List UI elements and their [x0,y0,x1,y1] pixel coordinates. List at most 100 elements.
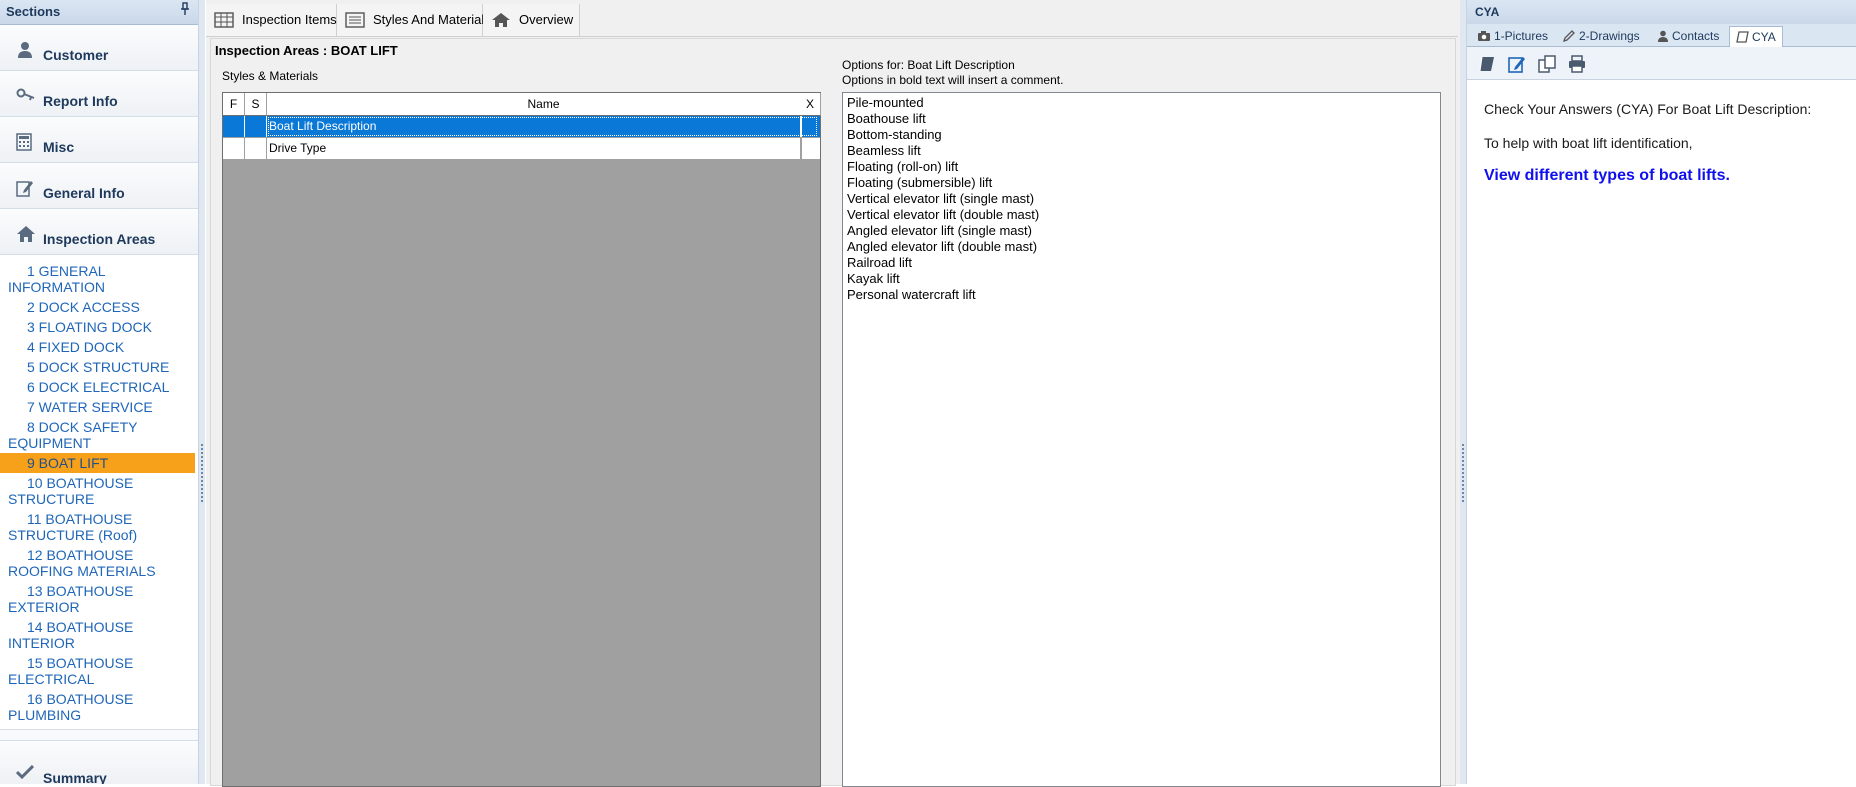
tab-drawings[interactable]: 2-Drawings [1562,26,1640,46]
option-item[interactable]: Personal watercraft lift [843,287,1440,303]
boat-lift-types-link[interactable]: View different types of boat lifts. [1484,167,1840,185]
book-icon [1736,31,1749,43]
area-item[interactable]: 15 BOATHOUSE ELECTRICAL [0,653,195,689]
person-icon [1658,30,1668,42]
calculator-icon [16,133,36,151]
tab-contacts[interactable]: Contacts [1657,26,1719,46]
home-icon [492,13,510,27]
section-misc[interactable]: Misc [0,117,198,163]
splitter-grip[interactable] [1462,444,1464,504]
cya-header: CYA [1467,0,1856,24]
option-item[interactable]: Kayak lift [843,271,1440,287]
area-item[interactable]: 16 BOATHOUSE PLUMBING [0,689,195,725]
column-header-f[interactable]: F [223,93,245,116]
cya-panel-title: CYA [1475,5,1500,19]
cell-x[interactable] [800,138,802,159]
print-icon[interactable] [1567,54,1587,74]
cell-f[interactable] [223,116,245,137]
styles-materials-label: Styles & Materials [222,69,319,83]
area-item[interactable]: 3 FLOATING DOCK [0,317,195,337]
cell-f[interactable] [223,138,245,159]
list-icon [345,12,365,28]
section-general-info[interactable]: General Info [0,163,198,209]
area-item[interactable]: 5 DOCK STRUCTURE [0,357,195,377]
option-item[interactable]: Vertical elevator lift (single mast) [843,191,1440,207]
edit-icon[interactable] [1507,54,1527,74]
home-icon [16,225,36,243]
cya-heading: Check Your Answers (CYA) For Boat Lift D… [1484,101,1812,117]
area-item[interactable]: 1 GENERAL INFORMATION [0,261,195,297]
options-list: Pile-mounted Boathouse lift Bottom-stand… [842,92,1441,787]
book-icon[interactable] [1477,54,1497,74]
area-item[interactable]: 7 WATER SERVICE [0,397,195,417]
camera-icon [1478,31,1490,41]
option-item[interactable]: Floating (roll-on) lift [843,159,1440,175]
tab-label: Overview [519,12,574,27]
sections-sidebar: Sections Customer Report Info Misc Gener… [0,0,199,784]
cya-toolbar [1467,47,1856,80]
cell-name[interactable]: Boat Lift Description [267,116,818,137]
styles-grid: F S Name X Boat Lift Description Drive T… [222,92,821,787]
area-item[interactable]: 12 BOATHOUSE ROOFING MATERIALS [0,545,195,581]
option-item[interactable]: Railroad lift [843,255,1440,271]
cell-s[interactable] [245,116,267,137]
tab-label: Contacts [1672,29,1720,43]
pencil-icon [1562,30,1575,43]
tab-label: CYA [1752,30,1776,44]
option-item[interactable]: Floating (submersible) lift [843,175,1440,191]
tab-inspection-items[interactable]: Inspection Items [206,4,337,36]
copy-icon[interactable] [1537,54,1557,74]
area-item-active[interactable]: 9 BOAT LIFT [0,453,195,473]
cya-panel: CYA 1-Pictures 2-Drawings Contacts CYA C… [1466,0,1856,784]
cya-content: Check Your Answers (CYA) For Boat Lift D… [1467,80,1856,203]
cell-name[interactable]: Drive Type [267,138,818,159]
user-icon [16,41,36,59]
options-title: Options for: Boat Lift Description [842,58,1015,72]
tab-styles-and-materials[interactable]: Styles And Materials [337,4,491,36]
tab-label: 1-Pictures [1494,29,1549,43]
tab-label: 2-Drawings [1579,29,1640,43]
pin-icon[interactable] [180,0,190,24]
section-inspection-areas[interactable]: Inspection Areas [0,209,198,255]
table-row[interactable]: Boat Lift Description [223,116,820,138]
section-label: Summary [43,770,107,784]
right-tabbar: 1-Pictures 2-Drawings Contacts CYA [1467,24,1856,47]
section-label: Inspection Areas [43,231,156,247]
splitter-grip[interactable] [201,444,203,504]
option-item[interactable]: Angled elevator lift (double mast) [843,239,1440,255]
column-header-name[interactable]: Name [267,93,821,116]
sidebar-title: Sections [6,4,61,19]
tab-cya[interactable]: CYA [1729,26,1783,47]
area-item[interactable]: 2 DOCK ACCESS [0,297,195,317]
page-title: Inspection Areas : BOAT LIFT [215,43,398,58]
section-summary[interactable]: Summary [0,740,198,784]
option-item[interactable]: Beamless lift [843,143,1440,159]
cell-s[interactable] [245,138,267,159]
table-row[interactable]: Drive Type [223,138,820,160]
tab-overview[interactable]: Overview [483,4,580,36]
cell-x[interactable] [800,116,802,137]
option-item[interactable]: Pile-mounted [843,95,1440,111]
sidebar-header: Sections [0,0,198,25]
styles-materials-panel: Inspection Areas : BOAT LIFT Styles & Ma… [210,38,1456,787]
column-header-s[interactable]: S [245,93,267,116]
area-item[interactable]: 8 DOCK SAFETY EQUIPMENT [0,417,195,453]
area-item[interactable]: 13 BOATHOUSE EXTERIOR [0,581,195,617]
edit-icon [16,179,36,197]
section-customer[interactable]: Customer [0,25,198,71]
option-item[interactable]: Vertical elevator lift (double mast) [843,207,1440,223]
option-item[interactable]: Boathouse lift [843,111,1440,127]
left-splitter[interactable] [199,0,205,784]
section-report-info[interactable]: Report Info [0,71,198,117]
area-item[interactable]: 14 BOATHOUSE INTERIOR [0,617,195,653]
option-item[interactable]: Bottom-standing [843,127,1440,143]
table-icon [214,12,234,28]
area-item[interactable]: 4 FIXED DOCK [0,337,195,357]
area-item[interactable]: 6 DOCK ELECTRICAL [0,377,195,397]
center-tabbar: Inspection Items Styles And Materials Ov… [206,4,1458,37]
option-item[interactable]: Angled elevator lift (single mast) [843,223,1440,239]
column-header-x[interactable]: X [800,93,820,116]
area-item[interactable]: 10 BOATHOUSE STRUCTURE [0,473,195,509]
area-item[interactable]: 11 BOATHOUSE STRUCTURE (Roof) [0,509,195,545]
tab-pictures[interactable]: 1-Pictures [1477,26,1548,46]
